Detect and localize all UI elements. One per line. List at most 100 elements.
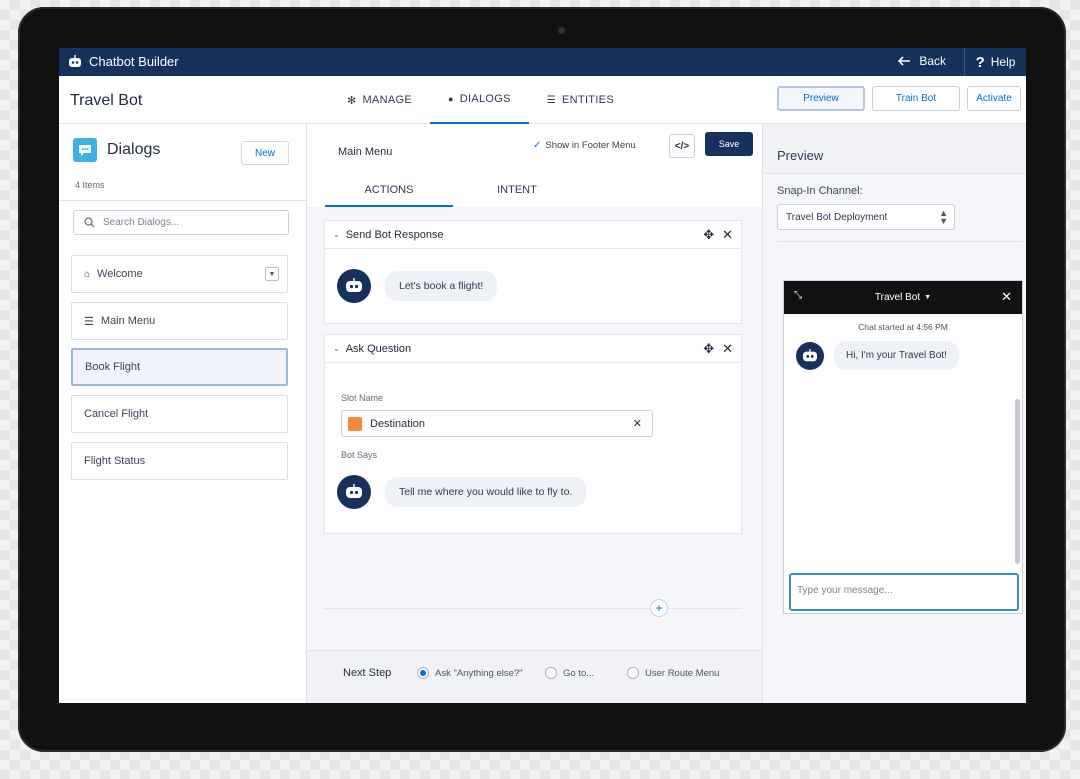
- show-in-footer-label: Show in Footer Menu: [545, 140, 636, 151]
- radio-label: Ask "Anything else?": [435, 667, 523, 679]
- dialog-item-label: Book Flight: [85, 361, 141, 373]
- bot-title: Travel Bot: [70, 92, 143, 109]
- card-actions: ✥ ✕: [703, 341, 733, 357]
- card-title: Ask Question: [345, 342, 412, 355]
- app-name: Chatbot Builder: [89, 54, 179, 69]
- help-button[interactable]: ? Help: [964, 48, 1026, 76]
- train-bot-button[interactable]: Train Bot: [872, 86, 960, 111]
- divider: [59, 200, 307, 201]
- bot-avatar-icon: [796, 341, 824, 370]
- chat-scrollbar[interactable]: [1015, 399, 1020, 564]
- close-icon[interactable]: ✕: [722, 341, 733, 357]
- tab-label: ENTITIES: [562, 94, 614, 106]
- select-value: Travel Bot Deployment: [786, 211, 888, 223]
- back-label: Back: [919, 54, 946, 68]
- bot-avatar-icon: [337, 269, 371, 303]
- tab-label: DIALOGS: [459, 93, 511, 105]
- dialog-item-main-menu[interactable]: ☰ Main Menu: [71, 302, 288, 340]
- chevron-down-icon[interactable]: ▼: [265, 267, 279, 281]
- dialog-item-label: Cancel Flight: [84, 408, 149, 420]
- camera-dot: [558, 27, 565, 34]
- search-dialogs-input[interactable]: Search Dialogs...: [73, 210, 289, 235]
- radio-empty-icon: [545, 667, 557, 679]
- list-icon: ☰: [84, 315, 94, 328]
- tab-dialogs[interactable]: ● DIALOGS: [430, 76, 529, 124]
- chevron-down-icon[interactable]: ⌄: [333, 344, 340, 353]
- add-step-button[interactable]: +: [650, 599, 668, 617]
- snap-in-channel-label: Snap-In Channel:: [777, 185, 863, 197]
- chat-message-input[interactable]: Type your message...: [789, 573, 1019, 611]
- app-screen: Chatbot Builder Back ? Help Travel Bot ✻…: [59, 48, 1026, 703]
- gear-icon: ✻: [347, 94, 357, 107]
- global-header: Chatbot Builder Back ? Help: [59, 48, 1026, 76]
- dialog-editor: Main Menu ✓ Show in Footer Menu </> Save…: [307, 124, 762, 703]
- divider: [324, 608, 742, 609]
- move-icon[interactable]: ✥: [703, 341, 714, 357]
- main-tabs: ✻ MANAGE ● DIALOGS ☰ ENTITIES: [329, 76, 632, 124]
- dialog-count: 4 Items: [75, 180, 105, 190]
- bot-says-label: Bot Says: [341, 450, 378, 460]
- close-icon[interactable]: ✕: [722, 227, 733, 243]
- preview-header: Preview: [763, 124, 1026, 174]
- dialog-item-flight-status[interactable]: Flight Status: [71, 442, 288, 480]
- new-dialog-button[interactable]: New: [241, 141, 289, 165]
- bot-says-row: Tell me where you would like to fly to.: [337, 475, 587, 509]
- show-in-footer-checkbox[interactable]: ✓ Show in Footer Menu: [533, 140, 636, 151]
- slot-name-field[interactable]: Destination ✕: [341, 410, 653, 437]
- preview-panel: Preview Snap-In Channel: Travel Bot Depl…: [762, 124, 1026, 703]
- save-button[interactable]: Save: [705, 132, 753, 156]
- dialogs-icon: [73, 138, 97, 162]
- chat-input-placeholder: Type your message...: [797, 585, 893, 596]
- dialogs-title: Dialogs: [107, 141, 161, 158]
- card-header: ⌄ Ask Question ✥ ✕: [325, 335, 741, 363]
- dialog-item-welcome[interactable]: ⌂ Welcome ▼: [71, 255, 288, 293]
- dialogs-heading: Dialogs: [73, 138, 160, 162]
- editor-toolbar: Main Menu ✓ Show in Footer Menu </> Save…: [307, 124, 762, 207]
- next-step-label: Next Step: [343, 667, 392, 679]
- snap-in-channel-select[interactable]: Travel Bot Deployment ▲ ▼: [777, 204, 955, 230]
- dialog-name: Main Menu: [338, 146, 393, 158]
- bot-response-bubble[interactable]: Let's book a flight!: [385, 271, 498, 301]
- app-brand: Chatbot Builder: [67, 54, 179, 69]
- entity-icon: [348, 416, 362, 431]
- radio-user-route-menu[interactable]: User Route Menu: [627, 667, 719, 679]
- minimize-icon[interactable]: ⤡: [794, 290, 802, 301]
- arrow-left-icon: [898, 56, 911, 66]
- builder-header: Travel Bot ✻ MANAGE ● DIALOGS ☰ ENTITIES…: [59, 76, 1026, 124]
- search-placeholder: Search Dialogs...: [103, 217, 180, 228]
- tab-label: MANAGE: [362, 94, 413, 106]
- clear-slot-icon[interactable]: ✕: [633, 417, 642, 430]
- card-title: Send Bot Response: [345, 228, 444, 241]
- chat-title: Travel Bot: [874, 292, 921, 303]
- tab-actions[interactable]: ACTIONS: [325, 174, 453, 207]
- radio-anything-else[interactable]: Ask "Anything else?": [417, 667, 523, 679]
- chat-header: ⤡ Travel Bot ▼ ✕: [784, 281, 1022, 314]
- dialog-item-cancel-flight[interactable]: Cancel Flight: [71, 395, 288, 433]
- activate-button[interactable]: Activate: [967, 86, 1021, 111]
- radio-go-to[interactable]: Go to...: [545, 667, 594, 679]
- chat-message-bubble: Hi, I'm your Travel Bot!: [834, 341, 959, 370]
- preview-button[interactable]: Preview: [777, 86, 865, 111]
- dialog-item-label: Main Menu: [100, 315, 156, 327]
- dialog-item-book-flight[interactable]: Book Flight: [71, 348, 288, 386]
- next-step-bar: Next Step Ask "Anything else?" Go to... …: [307, 650, 762, 703]
- database-icon: ☰: [546, 94, 557, 106]
- tab-manage[interactable]: ✻ MANAGE: [329, 76, 430, 124]
- chevron-down-icon[interactable]: ⌄: [333, 230, 340, 239]
- checkmark-icon: ✓: [533, 140, 542, 151]
- code-view-button[interactable]: </>: [669, 134, 695, 158]
- close-icon[interactable]: ✕: [1001, 289, 1012, 305]
- robot-icon: [69, 54, 81, 67]
- chevron-down-icon[interactable]: ▼: [924, 294, 931, 301]
- radio-label: User Route Menu: [645, 667, 720, 679]
- back-button[interactable]: Back: [898, 54, 946, 68]
- help-label: Help: [990, 55, 1016, 69]
- move-icon[interactable]: ✥: [703, 227, 714, 243]
- slot-name-label: Slot Name: [341, 393, 384, 403]
- tab-entities[interactable]: ☰ ENTITIES: [529, 76, 632, 124]
- tab-intent[interactable]: INTENT: [453, 174, 581, 207]
- bot-avatar-icon: [337, 475, 371, 509]
- bot-says-bubble[interactable]: Tell me where you would like to fly to.: [385, 477, 587, 507]
- dialog-item-label: Welcome: [97, 268, 143, 280]
- divider: [777, 241, 1023, 242]
